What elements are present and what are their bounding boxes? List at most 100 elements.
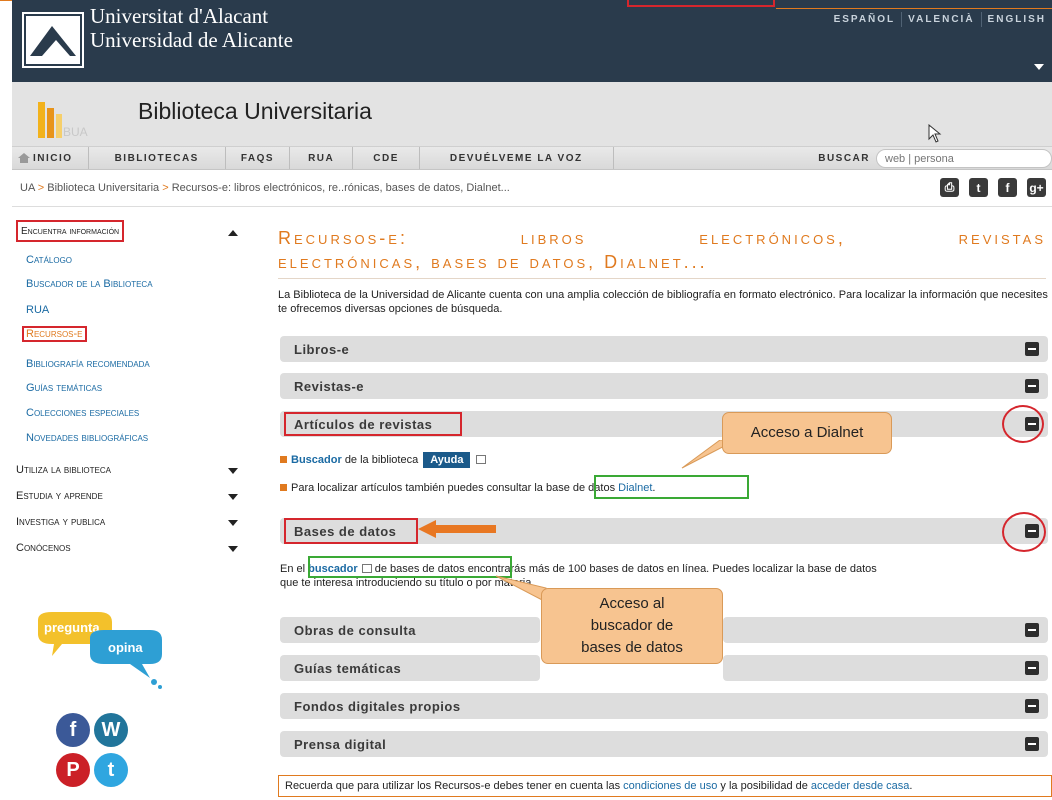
expand-caret-icon[interactable] bbox=[228, 546, 238, 552]
sidebar-item-guias[interactable]: Guías temáticas bbox=[26, 382, 102, 394]
articulos-line-1: Buscador de la biblioteca Ayuda bbox=[280, 452, 487, 468]
pregunta-opina-icon[interactable]: pregunta opina bbox=[32, 610, 172, 690]
breadcrumb-separator: > bbox=[162, 182, 169, 194]
bullet-icon bbox=[280, 484, 287, 491]
nav-bibliotecas[interactable]: BIBLIOTECAS bbox=[89, 147, 226, 169]
collapse-icon[interactable] bbox=[1025, 699, 1039, 713]
accordion-obras-de-consulta[interactable]: Obras de consulta bbox=[280, 617, 540, 643]
annotation-red-circle bbox=[1002, 405, 1044, 443]
library-title[interactable]: Biblioteca Universitaria bbox=[138, 98, 372, 125]
sidebar-item-novedades[interactable]: Novedades bibliográficas bbox=[26, 432, 148, 444]
main-nav: INICIO BIBLIOTECAS FAQS RUA CDE DEVUÉLVE… bbox=[12, 146, 1052, 170]
accordion-prensa-digital[interactable]: Prensa digital bbox=[280, 731, 1048, 757]
nav-cde[interactable]: CDE bbox=[353, 147, 420, 169]
annotation-red-box bbox=[284, 518, 418, 544]
collapse-icon[interactable] bbox=[1025, 737, 1039, 751]
svg-text:pregunta: pregunta bbox=[44, 620, 100, 635]
collapse-icon[interactable] bbox=[1025, 661, 1039, 675]
accordion-label: Libros-e bbox=[294, 341, 350, 357]
print-icon[interactable]: ⎙ bbox=[940, 178, 959, 197]
svg-text:opina: opina bbox=[108, 640, 143, 655]
accordion-revistas-e[interactable]: Revistas-e bbox=[280, 373, 1048, 399]
lang-valencia[interactable]: VALENCIÀ bbox=[901, 12, 980, 27]
university-logo[interactable] bbox=[22, 12, 84, 68]
sidebar-item-recursos-e[interactable]: Recursos-e bbox=[22, 326, 87, 342]
annotation-arrow-icon bbox=[418, 520, 496, 538]
home-icon bbox=[18, 153, 30, 163]
annotation-line bbox=[776, 8, 1052, 9]
sidebar-item-buscador[interactable]: Buscador de la Biblioteca bbox=[26, 278, 153, 290]
sidebar-section-utiliza[interactable]: Utiliza la biblioteca bbox=[16, 464, 111, 476]
sidebar-section-investiga[interactable]: Investiga y publica bbox=[16, 516, 105, 528]
annotation-red-box bbox=[284, 412, 462, 436]
share-icons: ⎙ t f g+ bbox=[940, 178, 1046, 197]
bua-logo[interactable]: BUA bbox=[34, 96, 94, 140]
search-label: BUSCAR bbox=[818, 153, 870, 164]
annotation-red-circle bbox=[1002, 512, 1046, 552]
collapse-caret-icon[interactable] bbox=[228, 230, 238, 236]
accordion-obras-de-consulta-right[interactable] bbox=[723, 617, 1048, 643]
accordion-libros-e[interactable]: Libros-e bbox=[280, 336, 1048, 362]
university-header: Universitat d'Alacant Universidad de Ali… bbox=[12, 0, 1052, 82]
nav-devuelveme-la-voz[interactable]: DEVUÉLVEME LA VOZ bbox=[420, 147, 614, 169]
callout-acceso-dialnet: Acceso a Dialnet bbox=[722, 412, 892, 454]
external-link-icon[interactable] bbox=[476, 455, 487, 464]
accordion-label: Fondos digitales propios bbox=[294, 698, 461, 714]
svg-text:BUA: BUA bbox=[63, 125, 88, 139]
sidebar-item-catalogo[interactable]: Catálogo bbox=[26, 254, 72, 266]
accordion-label: Revistas-e bbox=[294, 378, 365, 394]
lang-espanol[interactable]: ESPAÑOL bbox=[828, 12, 902, 27]
callout-acceso-buscador: Acceso al buscador de bases de datos bbox=[541, 588, 723, 664]
mouse-cursor-icon bbox=[928, 124, 942, 143]
accordion-label: Guías temáticas bbox=[294, 660, 402, 676]
sidebar-item-rua[interactable]: RUA bbox=[26, 304, 49, 316]
annotation-line bbox=[0, 0, 12, 1]
facebook-icon[interactable]: f bbox=[56, 713, 90, 747]
collapse-icon[interactable] bbox=[1025, 379, 1039, 393]
bullet-icon bbox=[280, 456, 287, 463]
language-selector: ESPAÑOL VALENCIÀ ENGLISH bbox=[828, 12, 1052, 27]
sidebar-heading-encuentra[interactable]: Encuentra información bbox=[16, 220, 125, 242]
title-divider bbox=[278, 278, 1046, 279]
expand-caret-icon[interactable] bbox=[228, 494, 238, 500]
sidebar-section-estudia[interactable]: Estudia y aprende bbox=[16, 490, 103, 502]
social-links: f W P t bbox=[50, 705, 140, 795]
collapse-icon[interactable] bbox=[1025, 623, 1039, 637]
condiciones-de-uso-link[interactable]: condiciones de uso bbox=[623, 780, 717, 792]
annotation-green-box bbox=[308, 556, 512, 578]
expand-caret-icon[interactable] bbox=[228, 520, 238, 526]
twitter-icon[interactable]: t bbox=[94, 753, 128, 787]
library-header: BUA Biblioteca Universitaria bbox=[12, 82, 1052, 146]
lang-english[interactable]: ENGLISH bbox=[980, 12, 1052, 27]
twitter-icon[interactable]: t bbox=[969, 178, 988, 197]
annotation-green-box bbox=[594, 475, 749, 499]
collapse-icon[interactable] bbox=[1025, 342, 1039, 356]
accordion-guias-tematicas[interactable]: Guías temáticas bbox=[280, 655, 540, 681]
menu-caret-icon[interactable] bbox=[1034, 64, 1044, 70]
accordion-fondos-digitales[interactable]: Fondos digitales propios bbox=[280, 693, 1048, 719]
search-input[interactable] bbox=[876, 149, 1052, 168]
breadcrumb-biblioteca[interactable]: Biblioteca Universitaria bbox=[47, 182, 159, 194]
breadcrumb: UA > Biblioteca Universitaria > Recursos… bbox=[20, 182, 510, 194]
university-name[interactable]: Universitat d'Alacant Universidad de Ali… bbox=[90, 4, 293, 52]
breadcrumb-ua[interactable]: UA bbox=[20, 182, 35, 194]
annotation-red-box bbox=[627, 0, 775, 7]
wordpress-icon[interactable]: W bbox=[94, 713, 128, 747]
accordion-guias-tematicas-right[interactable] bbox=[723, 655, 1048, 681]
nav-rua[interactable]: RUA bbox=[290, 147, 354, 169]
nav-faqs[interactable]: FAQS bbox=[226, 147, 291, 169]
sidebar-item-colecciones[interactable]: Colecciones especiales bbox=[26, 407, 139, 419]
ayuda-button[interactable]: Ayuda bbox=[423, 452, 471, 468]
buscador-link[interactable]: Buscador bbox=[291, 454, 342, 466]
nav-inicio[interactable]: INICIO bbox=[12, 147, 89, 169]
recuerda-note: Recuerda que para utilizar los Recursos-… bbox=[278, 775, 1052, 797]
accordion-label: Prensa digital bbox=[294, 736, 387, 752]
accordion-label: Obras de consulta bbox=[294, 622, 416, 638]
facebook-icon[interactable]: f bbox=[998, 178, 1017, 197]
pinterest-icon[interactable]: P bbox=[56, 753, 90, 787]
acceder-desde-casa-link[interactable]: acceder desde casa bbox=[811, 780, 909, 792]
expand-caret-icon[interactable] bbox=[228, 468, 238, 474]
sidebar-item-bibliografia[interactable]: Bibliografía recomendada bbox=[26, 358, 150, 370]
google-plus-icon[interactable]: g+ bbox=[1027, 178, 1046, 197]
sidebar-section-conocenos[interactable]: Conócenos bbox=[16, 542, 71, 554]
